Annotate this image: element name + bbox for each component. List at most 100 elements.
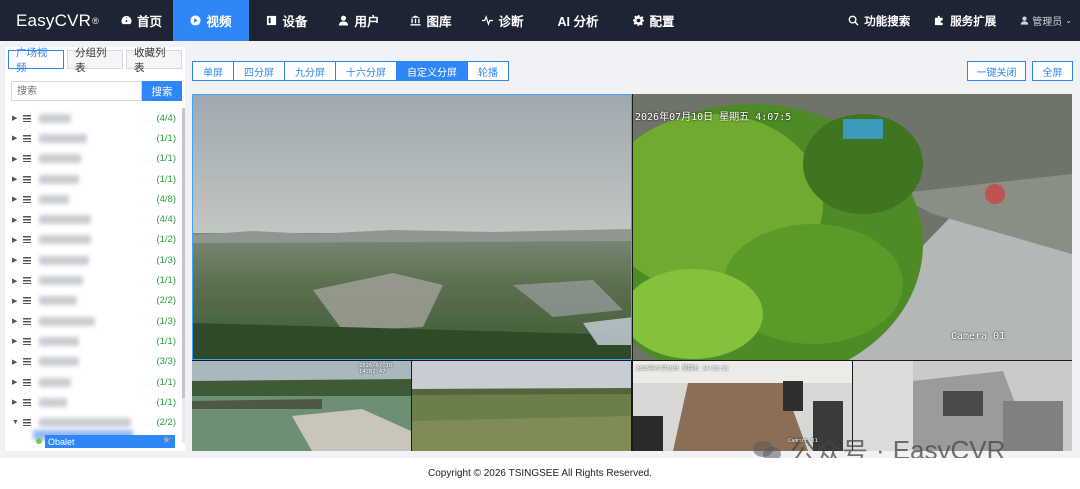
video-tile-3[interactable]: 2026-07-10 14:02:47 [192,361,411,451]
caret-right-icon[interactable]: ▶ [12,317,17,325]
tab-group-list[interactable]: 分组列表 [67,47,123,74]
caret-right-icon[interactable]: ▶ [12,378,17,386]
device-channel-count: (1/3) [156,254,176,266]
device-tree-item[interactable]: ▶ (1/1) [5,331,181,351]
layout-single-button[interactable]: 单屏 [192,61,234,81]
caret-right-icon[interactable]: ▶ [12,236,17,244]
tab-favorites[interactable]: 收藏列表 [126,47,182,74]
caret-right-icon[interactable]: ▶ [12,216,17,224]
device-icon [23,236,31,244]
nav-video[interactable]: 视频 [173,0,249,41]
search-input[interactable] [11,81,142,101]
video-tile-1[interactable] [192,94,632,360]
blurred-device-name [39,397,67,407]
device-tree-item[interactable]: ▶ (4/4) [5,108,181,128]
layout-four-button[interactable]: 四分屏 [233,61,285,81]
puzzle-icon [935,15,943,26]
tab-square-video[interactable]: 广场视频 [8,47,64,74]
nav-home[interactable]: 首页 [110,0,173,41]
selected-channel-label[interactable]: Obalet [45,435,175,448]
device-icon [23,297,31,305]
brand-name: EasyCVR [16,10,92,30]
function-search-button[interactable]: 功能搜索 [836,0,922,41]
nav-config[interactable]: 配置 [619,0,689,41]
device-icon [23,195,31,203]
nav-gallery[interactable]: 图库 [393,0,469,41]
copyright-text: Copyright © 2026 TSINGSEE All Rights Res… [428,468,652,479]
user-menu[interactable]: 管理员 ⌄ [1008,13,1080,28]
nav-ai-analysis[interactable]: AI 分析 [537,0,619,41]
pulse-icon [482,15,494,26]
fullscreen-button[interactable]: 全屏 [1032,61,1073,81]
tile-2-timestamp: 2026年07月10日 星期五 4:07:5 [635,112,792,123]
device-tree-item[interactable]: ▶ (4/4) [5,209,181,229]
caret-right-icon[interactable]: ▶ [12,277,17,285]
layout-carousel-button[interactable]: 轮播 [467,61,509,81]
blurred-device-name [39,255,89,265]
device-tree-item[interactable]: ▶ (2/2) [5,291,181,311]
brand-mark: ® [92,15,99,26]
device-channel-count: (1/1) [156,275,176,287]
caret-right-icon[interactable]: ▶ [12,398,17,406]
nav-user[interactable]: 用户 [325,0,393,41]
layout-custom-button[interactable]: 自定义分屏 [396,61,468,81]
user-name: 管理员 [1032,17,1063,28]
sidebar-tabs: 广场视频 分组列表 收藏列表 [5,47,185,74]
device-tree-item[interactable]: ▶ (1/1) [5,372,181,392]
caret-right-icon[interactable]: ▶ [12,155,17,163]
caret-right-icon[interactable]: ▶ [12,134,17,142]
close-all-button[interactable]: 一键关闭 [967,61,1026,81]
device-tree-item[interactable]: ▶ (1/1) [5,392,181,412]
tree-scrollbar[interactable] [182,108,185,443]
chevron-down-icon: ⌄ [1065,16,1072,25]
blurred-device-name [39,296,77,306]
device-icon [23,216,31,224]
scrollbar-thumb[interactable] [182,108,185,398]
selected-channel-row[interactable]: Obalet ★ [28,430,178,449]
device-tree: ▶ (4/4) ▶ (1/1) ▶ (1/1) ▶ (1/1) ▶ (4/8) ▶ (4/4) ▶ (1/… [5,108,181,433]
caret-right-icon[interactable]: ▶ [12,195,17,203]
blurred-device-name [39,418,131,428]
service-ext-button[interactable]: 服务扩展 [922,0,1008,41]
device-tree-item[interactable]: ▶ (1/1) [5,128,181,148]
user-icon [339,15,349,26]
device-tree-item[interactable]: ▶ (1/2) [5,230,181,250]
nav-device[interactable]: 设备 [249,0,325,41]
device-tree-item[interactable]: ▶ (1/3) [5,250,181,270]
device-tree-item[interactable]: ▶ (4/8) [5,189,181,209]
caret-down-icon[interactable]: ▼ [12,419,19,426]
brand-logo[interactable]: EasyCVR ® [0,0,110,41]
caret-right-icon[interactable]: ▶ [12,297,17,305]
caret-right-icon[interactable]: ▶ [12,337,17,345]
device-icon [23,419,31,427]
caret-right-icon[interactable]: ▶ [12,358,17,366]
layout-toolbar: 单屏 四分屏 九分屏 十六分屏 自定义分屏 轮播 [192,61,509,81]
device-channel-count: (1/1) [156,173,176,185]
layout-sixteen-button[interactable]: 十六分屏 [335,61,397,81]
caret-right-icon[interactable]: ▶ [12,256,17,264]
search-button[interactable]: 搜索 [142,81,182,101]
device-channel-count: (1/1) [156,335,176,347]
device-tree-item[interactable]: ▶ (3/3) [5,352,181,372]
layout-nine-button[interactable]: 九分屏 [284,61,336,81]
nav-user-label: 用户 [354,15,380,29]
device-channel-count: (4/4) [156,214,176,226]
blurred-device-name [39,235,91,245]
aerial-landscape-feed [193,95,631,359]
device-icon [267,15,277,26]
device-icon [23,175,31,183]
device-icon [23,358,31,366]
video-tile-4[interactable] [412,361,631,451]
device-channel-count: (1/1) [156,132,176,144]
device-icon [23,398,31,406]
top-nav: EasyCVR ® 首页 视频 设备 用户 图库 诊断 AI 分析 配置 功能搜索 [0,0,1080,41]
caret-right-icon[interactable]: ▶ [12,175,17,183]
device-tree-item[interactable]: ▶ (1/3) [5,311,181,331]
device-tree-item[interactable]: ▶ (1/1) [5,149,181,169]
caret-right-icon[interactable]: ▶ [12,114,17,122]
video-tile-2[interactable]: 2026年07月10日 星期五 4:07:5 Camera 01 [633,94,1072,360]
nav-diagnose[interactable]: 诊断 [469,0,537,41]
star-icon[interactable]: ★ [162,435,171,446]
device-tree-item[interactable]: ▶ (1/1) [5,270,181,290]
device-tree-item[interactable]: ▶ (1/1) [5,169,181,189]
